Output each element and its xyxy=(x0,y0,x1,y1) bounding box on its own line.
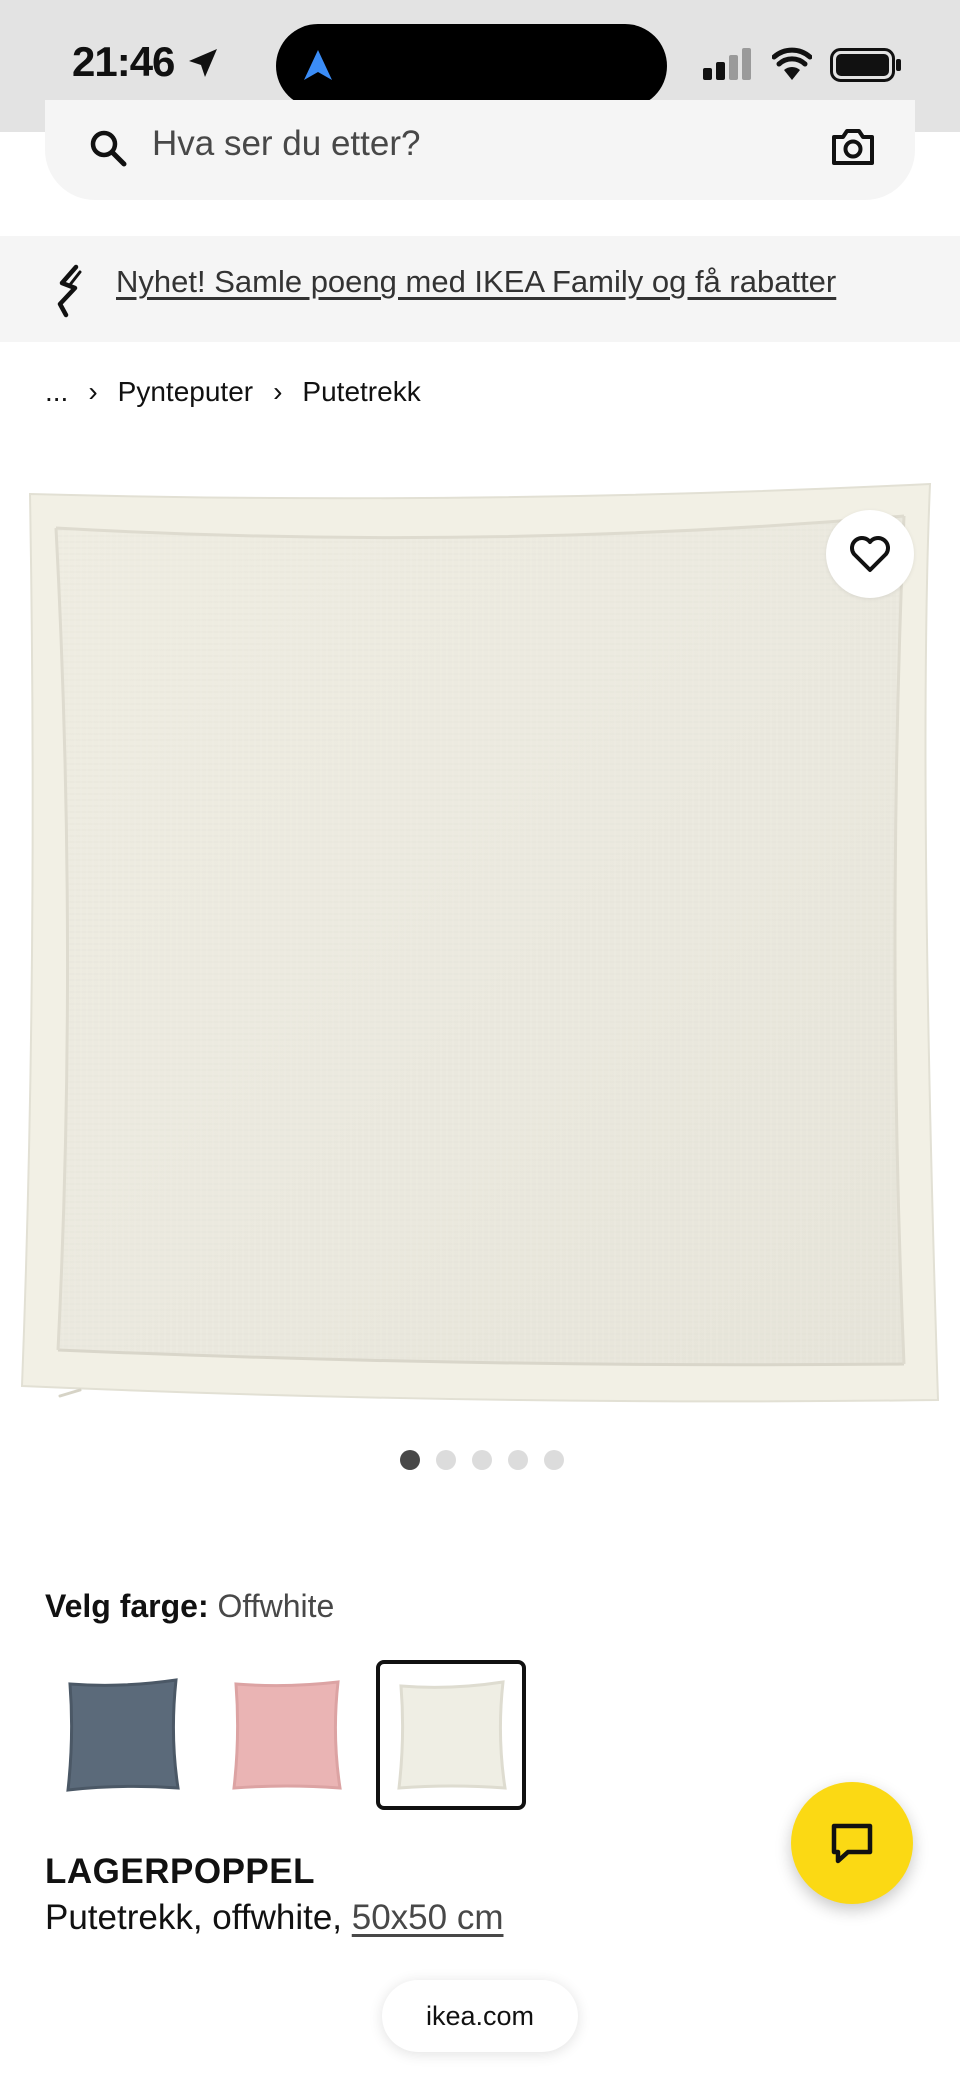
carousel-dot-3[interactable] xyxy=(472,1450,492,1470)
color-swatch-offwhite[interactable] xyxy=(376,1660,526,1810)
search-icon[interactable] xyxy=(88,128,128,168)
swatch-image-blue-grey xyxy=(66,1678,180,1792)
color-swatch-pink[interactable] xyxy=(211,1660,361,1810)
breadcrumb-item-ellipsis[interactable]: ... xyxy=(45,376,68,408)
promo-link[interactable]: Nyhet! Samle poeng med IKEA Family og få… xyxy=(116,264,836,300)
swatch-image-offwhite xyxy=(397,1680,507,1790)
search-placeholder[interactable]: Hva ser du etter? xyxy=(152,124,420,164)
browser-url[interactable]: ikea.com xyxy=(426,2001,534,2032)
maps-navigation-icon xyxy=(304,50,332,80)
breadcrumb: ... › Pynteputer › Putetrekk xyxy=(45,372,421,412)
color-swatch-blue-grey[interactable] xyxy=(47,1660,197,1810)
ikea-product-page: 21:46 Hva ser du etter? Nyhet! Samle poe… xyxy=(0,0,960,2081)
heart-icon xyxy=(850,536,890,572)
dynamic-island xyxy=(276,24,667,108)
chat-button[interactable] xyxy=(791,1782,913,1904)
location-arrow-icon xyxy=(189,49,217,77)
product-description: Putetrekk, offwhite, 50x50 cm xyxy=(45,1898,504,1938)
wifi-icon xyxy=(772,47,812,80)
color-selector-heading: Velg farge: Offwhite xyxy=(45,1588,334,1625)
camera-icon[interactable] xyxy=(830,128,876,166)
product-size-link[interactable]: 50x50 cm xyxy=(352,1898,504,1937)
cushion-image xyxy=(20,482,940,1403)
swatch-image-pink xyxy=(232,1680,342,1790)
carousel-dot-2[interactable] xyxy=(436,1450,456,1470)
breadcrumb-separator: › xyxy=(88,376,98,407)
breadcrumb-item-pynteputer[interactable]: Pynteputer xyxy=(118,376,253,408)
chat-icon xyxy=(831,1823,873,1864)
carousel-dot-5[interactable] xyxy=(544,1450,564,1470)
product-image[interactable] xyxy=(0,468,960,1426)
carousel-dot-1[interactable] xyxy=(400,1450,420,1470)
breadcrumb-item-putetrekk[interactable]: Putetrekk xyxy=(302,376,420,408)
color-label: Velg farge: xyxy=(45,1588,209,1624)
cellular-signal-icon xyxy=(703,48,751,80)
status-time: 21:46 xyxy=(72,38,175,85)
carousel-dot-4[interactable] xyxy=(508,1450,528,1470)
product-description-text: Putetrekk, offwhite, xyxy=(45,1898,343,1937)
browser-url-pill[interactable]: ikea.com xyxy=(382,1980,578,2052)
product-name: LAGERPOPPEL xyxy=(45,1852,315,1891)
favorite-button[interactable] xyxy=(826,510,914,598)
selected-color: Offwhite xyxy=(217,1588,335,1624)
battery-icon xyxy=(830,48,901,82)
ikea-family-icon xyxy=(57,264,82,318)
image-carousel-dots xyxy=(400,1450,564,1470)
breadcrumb-separator: › xyxy=(273,376,283,407)
